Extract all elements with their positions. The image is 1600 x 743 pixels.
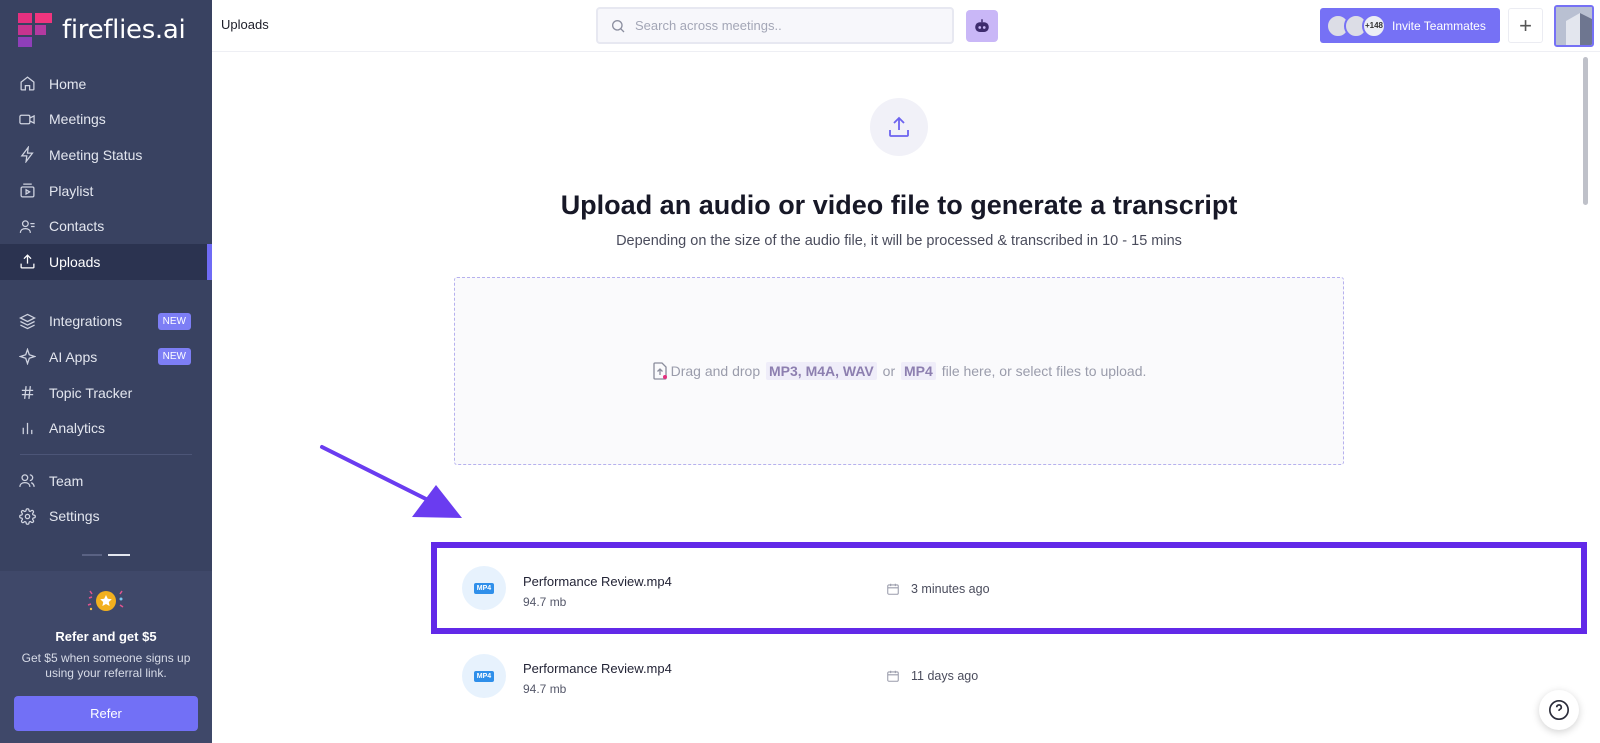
upload-list-item[interactable]: MP4 Performance Review.mp4 94.7 mb 11 da…	[434, 633, 1584, 719]
help-icon	[1549, 700, 1569, 720]
new-badge: NEW	[157, 348, 191, 366]
sidebar-item-label: Topic Tracker	[49, 384, 133, 401]
file-type-tag: MP4	[473, 670, 495, 682]
sidebar-item-meetings[interactable]: Meetings	[0, 102, 212, 138]
invite-label: Invite Teammates	[1392, 18, 1486, 33]
refer-title: Refer and get $5	[55, 629, 157, 644]
topbar: Uploads +148 Invite Teammates +	[212, 0, 1600, 52]
search-input[interactable]	[635, 18, 925, 33]
sidebar-item-label: Analytics	[49, 420, 106, 437]
search-icon	[612, 19, 625, 32]
upload-icon	[18, 253, 36, 271]
sidebar-item-ai-apps[interactable]: AI Apps NEW	[0, 339, 212, 375]
sidebar-item-integrations[interactable]: Integrations NEW	[0, 304, 212, 340]
file-upload-icon	[652, 362, 667, 380]
page-title: Uploads	[221, 17, 269, 32]
new-badge: NEW	[157, 312, 191, 330]
sparkle-icon	[18, 348, 36, 366]
sidebar-item-label: Uploads	[49, 253, 101, 270]
fireflies-logo-icon	[18, 13, 52, 47]
more-teammates-count: +148	[1362, 13, 1386, 38]
sidebar-item-label: Home	[49, 75, 87, 92]
sidebar-item-label: Meetings	[49, 111, 106, 128]
dropzone-format-mp4: MP4	[901, 362, 936, 380]
sidebar-item-label: Playlist	[49, 182, 94, 199]
page-scrollbar[interactable]	[1583, 57, 1588, 205]
mp4-file-icon: MP4	[462, 566, 506, 610]
scroll-dot-active	[108, 554, 130, 556]
sidebar-item-playlist[interactable]: Playlist	[0, 173, 212, 209]
hash-icon	[18, 384, 36, 402]
help-button[interactable]	[1539, 690, 1579, 730]
contacts-icon	[18, 217, 36, 235]
bolt-icon	[18, 146, 36, 164]
dropzone-suffix: file here, or select files to upload.	[941, 363, 1147, 379]
sidebar-item-topic-tracker[interactable]: Topic Tracker	[0, 375, 212, 411]
sidebar-item-uploads[interactable]: Uploads	[0, 243, 212, 280]
file-name[interactable]: Performance Review.mp4	[523, 574, 672, 589]
divider	[20, 453, 192, 455]
upload-icon	[889, 116, 909, 137]
divider	[0, 285, 212, 298]
add-button[interactable]: +	[1508, 8, 1543, 43]
app: fireflies.ai Home Meetings Meeting Statu…	[0, 0, 1600, 743]
sidebar-item-label: Meeting Status	[49, 146, 143, 163]
home-icon	[18, 75, 36, 93]
dropzone-formats: MP3, M4A, WAV	[766, 362, 877, 380]
file-date: 11 days ago	[911, 669, 979, 683]
calendar-icon	[887, 670, 899, 682]
sidebar-item-home[interactable]: Home	[0, 66, 212, 102]
sidebar-nav: Home Meetings Meeting Status Playlist Co…	[0, 66, 212, 534]
search-bar[interactable]	[596, 7, 954, 44]
playlist-icon	[18, 182, 36, 200]
dropzone-text: Drag and drop	[670, 363, 761, 379]
calendar-icon	[887, 583, 899, 595]
file-type-tag: MP4	[473, 582, 495, 594]
scroll-dot	[82, 554, 102, 556]
star-medal-icon	[87, 590, 124, 611]
sidebar-item-meeting-status[interactable]: Meeting Status	[0, 137, 212, 173]
upload-subheading: Depending on the size of the audio file,…	[616, 233, 1182, 249]
video-icon	[18, 110, 36, 128]
gear-icon	[18, 507, 36, 525]
dropzone-or: or	[882, 363, 896, 379]
sidebar: fireflies.ai Home Meetings Meeting Statu…	[0, 0, 212, 743]
sidebar-item-label: Contacts	[49, 218, 105, 235]
invite-teammates-button[interactable]: +148 Invite Teammates	[1320, 8, 1500, 43]
profile-avatar[interactable]	[1554, 5, 1594, 47]
robot-icon	[975, 19, 989, 32]
teammate-avatars: +148	[1326, 13, 1386, 38]
brand-name: fireflies.ai	[62, 15, 186, 45]
sidebar-item-label: Integrations	[49, 313, 123, 330]
file-name[interactable]: Performance Review.mp4	[523, 661, 672, 676]
bar-chart-icon	[18, 419, 36, 437]
sidebar-item-analytics[interactable]: Analytics	[0, 410, 212, 446]
sidebar-item-team[interactable]: Team	[0, 463, 212, 499]
file-date: 3 minutes ago	[911, 582, 990, 596]
refer-panel: Refer and get $5 Get $5 when someone sig…	[0, 571, 212, 743]
sidebar-item-label: Settings	[49, 508, 100, 525]
annotation-arrow-icon	[320, 445, 462, 518]
sidebar-scroll-indicator[interactable]	[82, 553, 130, 557]
file-size: 94.7 mb	[523, 595, 567, 609]
refer-button[interactable]: Refer	[14, 696, 198, 731]
brand[interactable]: fireflies.ai	[18, 12, 186, 48]
refer-description: Get $5 when someone signs up using your …	[21, 651, 191, 680]
team-icon	[18, 472, 36, 490]
sidebar-item-settings[interactable]: Settings	[0, 499, 212, 535]
file-dropzone[interactable]: Drag and drop MP3, M4A, WAV or MP4 file …	[454, 277, 1344, 465]
sidebar-item-label: AI Apps	[49, 348, 98, 365]
upload-button[interactable]	[870, 98, 928, 156]
upload-list-item[interactable]: MP4 Performance Review.mp4 94.7 mb 3 min…	[431, 542, 1587, 634]
ai-bot-button[interactable]	[966, 10, 998, 42]
layers-icon	[18, 312, 36, 330]
uploads-main: Upload an audio or video file to generat…	[212, 53, 1600, 743]
sidebar-item-contacts[interactable]: Contacts	[0, 208, 212, 244]
upload-heading: Upload an audio or video file to generat…	[560, 190, 1238, 220]
sidebar-item-label: Team	[49, 472, 84, 489]
mp4-file-icon: MP4	[462, 654, 506, 698]
profile-image-icon	[1556, 7, 1592, 45]
file-size: 94.7 mb	[523, 682, 567, 696]
